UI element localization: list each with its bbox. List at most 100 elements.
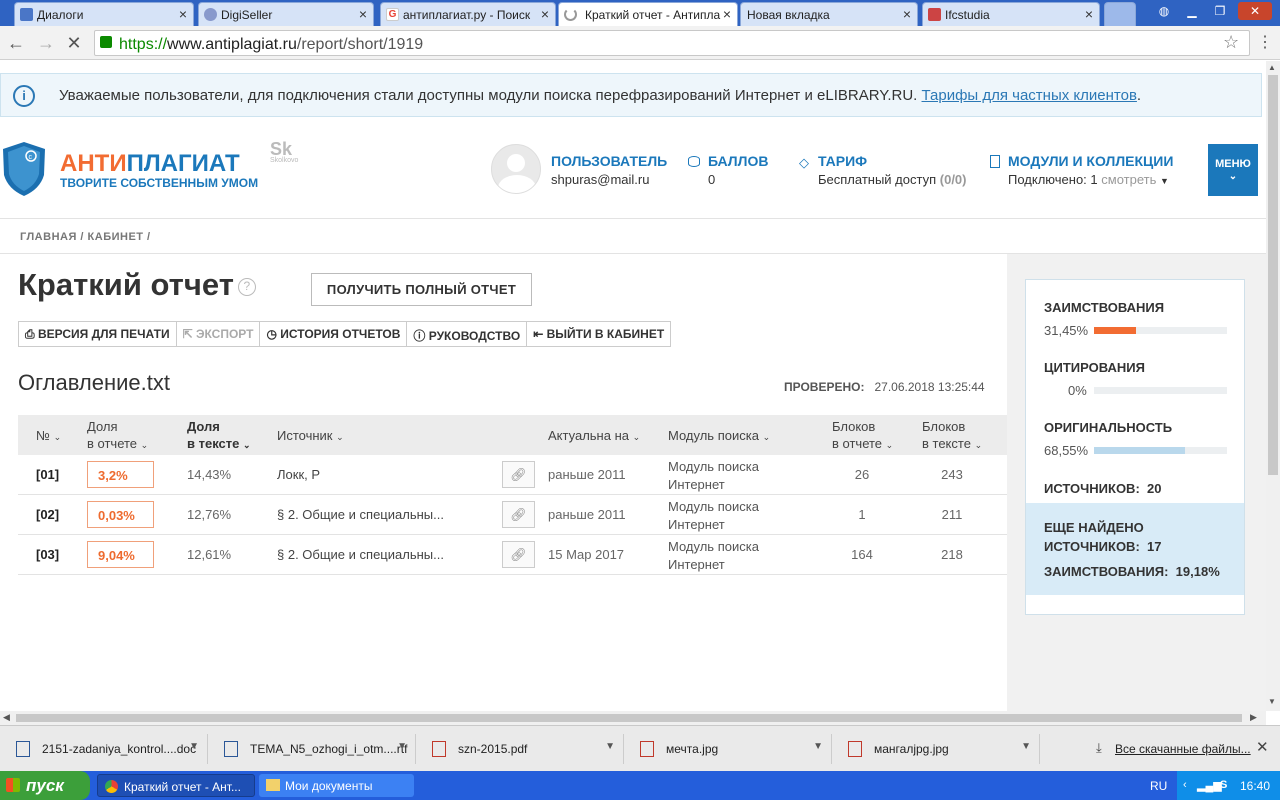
sort-share-report[interactable]: Доля в отчете ⌄ [87, 418, 148, 454]
sort-num[interactable]: № ⌄ [36, 427, 61, 446]
menu-icon[interactable]: ⋮ [1255, 33, 1275, 53]
site-icon [928, 8, 941, 21]
table-row[interactable]: [03] 9,04% 12,61% § 2. Общие и специальн… [18, 535, 1007, 575]
tab-digiseller[interactable]: DigiSeller × [198, 2, 374, 26]
scroll-right-icon[interactable]: ▶ [1250, 712, 1257, 723]
sort-actual[interactable]: Актуальна на ⌄ [548, 427, 640, 446]
menu-button[interactable]: МЕНЮ ⌄ [1208, 144, 1258, 196]
points-block[interactable]: БАЛЛОВ 0 [688, 153, 768, 187]
report-history-button[interactable]: ◷ ИСТОРИЯ ОТЧЕТОВ [260, 322, 408, 346]
all-downloads-link[interactable]: Все скачанные файлы... [1115, 742, 1251, 756]
new-tab-button[interactable] [1104, 2, 1136, 26]
blocks-in-report: 164 [851, 547, 873, 562]
back-arrow-icon[interactable]: ‹ [1183, 779, 1187, 791]
chevron-down-icon[interactable]: ▼ [189, 741, 199, 752]
modules-view-link[interactable]: смотреть [1101, 172, 1156, 187]
more-sources-panel[interactable]: ЕЩЕ НАЙДЕНО ИСТОЧНИКОВ: 17 ЗАИМСТВОВАНИЯ:… [1026, 503, 1244, 595]
vertical-scrollbar[interactable]: ▲ ▼ [1266, 61, 1280, 711]
download-item[interactable]: TEMA_N5_ozhogi_i_otm....rtf ▼ [212, 734, 416, 764]
language-indicator[interactable]: RU [1150, 779, 1167, 793]
tariff-block[interactable]: ◇ ТАРИФ Бесплатный доступ (0/0) [798, 153, 967, 187]
skype-icon[interactable]: S [1220, 779, 1227, 791]
user-icon[interactable]: ◍ [1152, 2, 1176, 20]
chevron-down-icon[interactable]: ▼ [813, 741, 823, 752]
document-icon [990, 155, 1000, 168]
tab-ifcstudia[interactable]: Ifcstudia × [922, 2, 1100, 26]
download-item[interactable]: szn-2015.pdf ▼ [420, 734, 624, 764]
blocks-in-text: 211 [941, 507, 963, 522]
print-version-button[interactable]: ⎙ ВЕРСИЯ ДЛЯ ПЕЧАТИ [19, 322, 177, 346]
help-icon[interactable]: ? [237, 277, 256, 296]
exit-to-cabinet-button[interactable]: ⇤ ВЫЙТИ В КАБИНЕТ [527, 322, 670, 346]
close-window-icon[interactable]: ✕ [1238, 2, 1272, 20]
sort-blocks-text[interactable]: Блоков в тексте ⌄ [922, 418, 982, 454]
download-item[interactable]: 2151-zadaniya_kontrol....doc ▼ [4, 734, 208, 764]
sort-module[interactable]: Модуль поиска ⌄ [668, 427, 770, 446]
word-icon [16, 741, 30, 757]
link-icon[interactable]: 🔗︎ [502, 461, 535, 488]
back-icon[interactable]: ← [6, 33, 26, 53]
source-name[interactable]: Локк, Р [277, 467, 320, 482]
scroll-thumb[interactable] [1268, 75, 1278, 475]
tab-new[interactable]: Новая вкладка × [740, 2, 918, 26]
sort-share-text[interactable]: Доля в тексте ⌄ [187, 418, 251, 454]
scroll-down-icon[interactable]: ▼ [1268, 697, 1276, 706]
actual-date: раньше 2011 [548, 507, 626, 522]
tab-label: DigiSeller [221, 8, 273, 22]
close-icon[interactable]: × [179, 6, 187, 22]
network-icon[interactable]: ▂▄▆ [1197, 779, 1222, 792]
search-module: Модуль поиска Интернет [668, 459, 759, 492]
actual-date: 15 Мар 2017 [548, 547, 625, 562]
avatar[interactable] [491, 144, 541, 194]
tab-google-search[interactable]: G антиплагиат.ру - Поиск × [380, 2, 556, 26]
download-item[interactable]: мечта.jpg ▼ [628, 734, 832, 764]
stop-icon[interactable]: ✕ [64, 33, 84, 53]
scroll-thumb[interactable] [16, 714, 1242, 722]
tab-short-report[interactable]: Краткий отчет - Антипла × [558, 2, 738, 26]
sort-source[interactable]: Источник ⌄ [277, 427, 344, 446]
source-name[interactable]: § 2. Общие и специальны... [277, 507, 444, 522]
clock: 16:40 [1240, 779, 1271, 793]
chevron-down-icon[interactable]: ▼ [397, 741, 407, 752]
close-icon[interactable]: × [903, 6, 911, 22]
close-icon[interactable]: × [1085, 6, 1093, 22]
guide-button[interactable]: ⓘ РУКОВОДСТВО [407, 322, 528, 346]
tab-dialogs[interactable]: Диалоги × [14, 2, 194, 26]
restore-icon[interactable]: ❐ [1208, 2, 1232, 20]
source-name[interactable]: § 2. Общие и специальны... [277, 547, 444, 562]
link-icon[interactable]: 🔗︎ [502, 541, 535, 568]
link-icon[interactable]: 🔗︎ [502, 501, 535, 528]
originality-label: ОРИГИНАЛЬНОСТЬ [1044, 420, 1173, 435]
help-icon: ⓘ [413, 329, 429, 343]
get-full-report-button[interactable]: ПОЛУЧИТЬ ПОЛНЫЙ ОТЧЕТ [311, 273, 532, 306]
logo-title[interactable]: АНТИПЛАГИАТ [60, 150, 240, 178]
chevron-down-icon[interactable]: ▼ [605, 741, 615, 752]
close-icon[interactable]: ✕ [1256, 738, 1269, 756]
taskbar-item-report[interactable]: Краткий отчет - Ант... [97, 774, 255, 797]
start-button[interactable]: пуск [0, 771, 90, 800]
close-icon[interactable]: × [359, 6, 367, 22]
star-icon[interactable]: ☆ [1223, 32, 1239, 53]
sort-blocks-report[interactable]: Блоков в отчете ⌄ [832, 418, 893, 454]
minimize-icon[interactable]: ▁ [1180, 2, 1204, 20]
scroll-left-icon[interactable]: ◀ [3, 712, 10, 723]
tab-label: Диалоги [37, 8, 84, 22]
breadcrumb[interactable]: ГЛАВНАЯ / КАБИНЕТ / [20, 231, 151, 243]
scroll-up-icon[interactable]: ▲ [1268, 63, 1276, 72]
table-row[interactable]: [01] 3,2% 14,43% Локк, Р 🔗︎ раньше 2011 … [18, 455, 1007, 495]
chevron-down-icon[interactable]: ▼ [1021, 741, 1031, 752]
close-icon[interactable]: × [541, 6, 549, 22]
horizontal-scrollbar[interactable]: ◀ ▶ [0, 711, 1266, 725]
download-item[interactable]: мангалjpg.jpg ▼ [836, 734, 1040, 764]
table-row[interactable]: [02] 0,03% 12,76% § 2. Общие и специальн… [18, 495, 1007, 535]
user-block[interactable]: ПОЛЬЗОВАТЕЛЬ shpuras@mail.ru [551, 153, 667, 187]
close-icon[interactable]: × [723, 6, 731, 22]
taskbar-item-documents[interactable]: Мои документы [259, 774, 414, 797]
modules-block[interactable]: МОДУЛИ И КОЛЛЕКЦИИ Подключено: 1 смотрет… [989, 153, 1173, 187]
forward-icon[interactable]: → [36, 33, 56, 53]
tariffs-link[interactable]: Тарифы для частных клиентов [922, 87, 1137, 104]
export-button[interactable]: ⇱ ЭКСПОРТ [177, 322, 261, 346]
chat-icon [20, 8, 33, 21]
logo-shield-icon[interactable]: c [2, 141, 46, 197]
address-bar[interactable]: https://www.antiplagiat.ru/report/short/… [94, 30, 1250, 56]
